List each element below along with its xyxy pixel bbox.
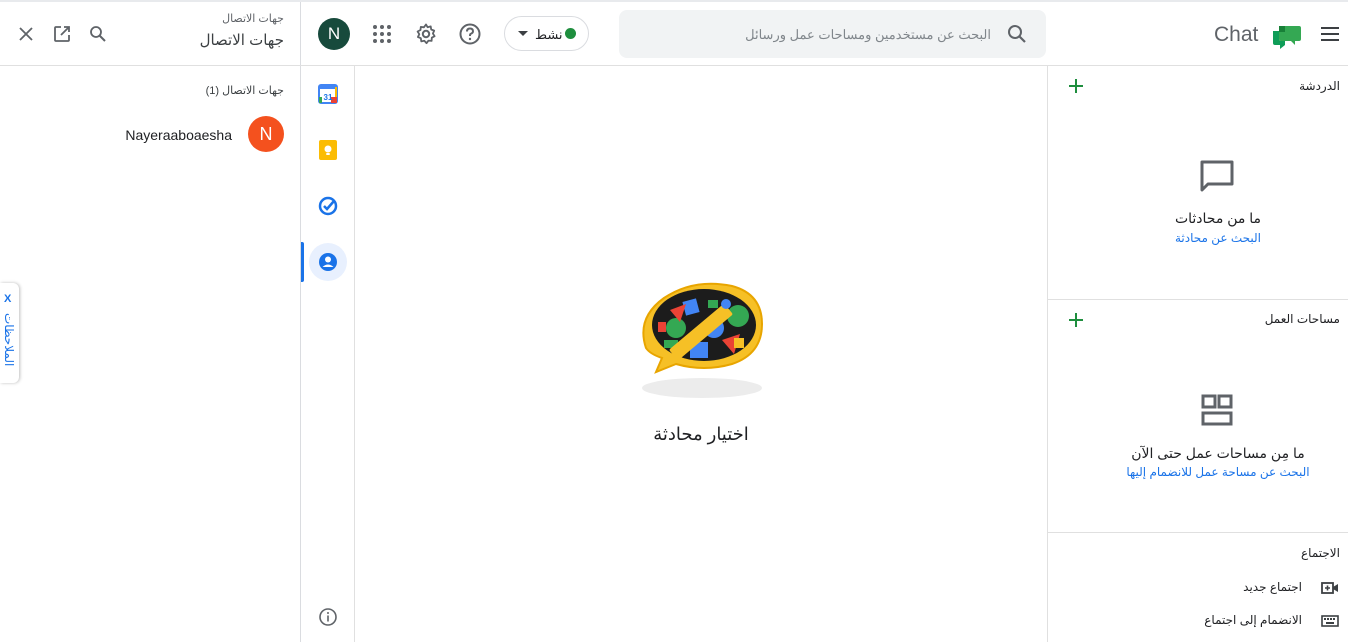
account-avatar[interactable]: N [318, 18, 350, 50]
notes-side-tab[interactable]: X الملاحظات [0, 283, 19, 383]
empty-state-illustration [634, 278, 770, 402]
chat-logo-icon [1272, 22, 1302, 49]
contacts-count-heading: جهات الاتصال (1) [205, 85, 284, 97]
status-label: نشط [535, 27, 563, 42]
spaces-section-title: مساحات العمل [1264, 312, 1340, 326]
chat-empty-title: ما من محادثات [1174, 210, 1262, 226]
new-chat-plus-icon[interactable] [1066, 76, 1086, 96]
contacts-icon[interactable] [309, 243, 347, 281]
notes-close-button[interactable]: X [4, 293, 11, 305]
keep-notes-icon[interactable] [309, 131, 347, 169]
new-space-plus-icon[interactable] [1066, 310, 1086, 330]
right-nav-panel: الدردشة ما من محادثات البحث عن محادثة مس… [1047, 66, 1348, 642]
chat-bubble-icon [1198, 158, 1236, 194]
empty-state-title: اختيار محادثة [653, 424, 749, 444]
search-icon[interactable] [1005, 22, 1029, 46]
svg-text:31: 31 [324, 93, 333, 102]
open-in-new-icon[interactable] [50, 22, 74, 46]
search-bar[interactable] [619, 10, 1046, 58]
side-app-rail: 31 [301, 66, 355, 642]
avatar: N [248, 116, 284, 152]
find-space-link[interactable]: البحث عن مساحة عمل للانضمام إليها [1048, 465, 1348, 479]
contact-list-item[interactable]: N Nayeraaboaesha [0, 112, 300, 160]
new-meeting-label: اجتماع جديد [1243, 580, 1302, 594]
contact-name: Nayeraaboaesha [125, 127, 232, 143]
spaces-empty-title: ما مِن مساحات عمل حتى الآن [1131, 445, 1305, 461]
spaces-grid-icon [1200, 393, 1234, 427]
notes-tab-label: الملاحظات [2, 313, 16, 367]
keyboard-icon [1320, 611, 1340, 631]
rail-active-indicator [301, 242, 304, 282]
meet-section-title: الاجتماع [1301, 546, 1340, 560]
contacts-panel-header: جهات الاتصال جهات الاتصال [0, 2, 300, 66]
contacts-panel-app-label: جهات الاتصال [222, 13, 284, 25]
new-meeting-item[interactable]: اجتماع جديد [1200, 578, 1340, 598]
join-meeting-label: الانضمام إلى اجتماع [1204, 613, 1302, 627]
calendar-icon[interactable]: 31 [309, 75, 347, 113]
info-icon[interactable] [309, 598, 347, 636]
app-title: Chat [1214, 23, 1259, 46]
main-menu-icon[interactable] [1319, 25, 1341, 43]
chat-section-title: الدردشة [1299, 79, 1340, 93]
status-selector[interactable]: نشط [504, 16, 589, 51]
status-dot [565, 28, 576, 39]
help-icon[interactable] [458, 22, 482, 46]
search-icon[interactable] [86, 22, 110, 46]
video-add-icon [1320, 578, 1340, 598]
close-icon[interactable] [14, 22, 38, 46]
chevron-down-icon [518, 31, 528, 36]
contacts-panel-title: جهات الاتصال [199, 32, 284, 49]
apps-grid-icon[interactable] [370, 22, 394, 46]
settings-gear-icon[interactable] [414, 22, 438, 46]
contacts-panel: جهات الاتصال جهات الاتصال جهات الاتصال (… [0, 2, 301, 642]
find-chat-link[interactable]: البحث عن محادثة [1048, 231, 1348, 245]
section-divider [1048, 532, 1348, 533]
search-input[interactable] [631, 22, 991, 46]
join-meeting-item[interactable]: الانضمام إلى اجتماع [1190, 611, 1340, 631]
tasks-icon[interactable] [309, 187, 347, 225]
section-divider [1048, 299, 1348, 300]
